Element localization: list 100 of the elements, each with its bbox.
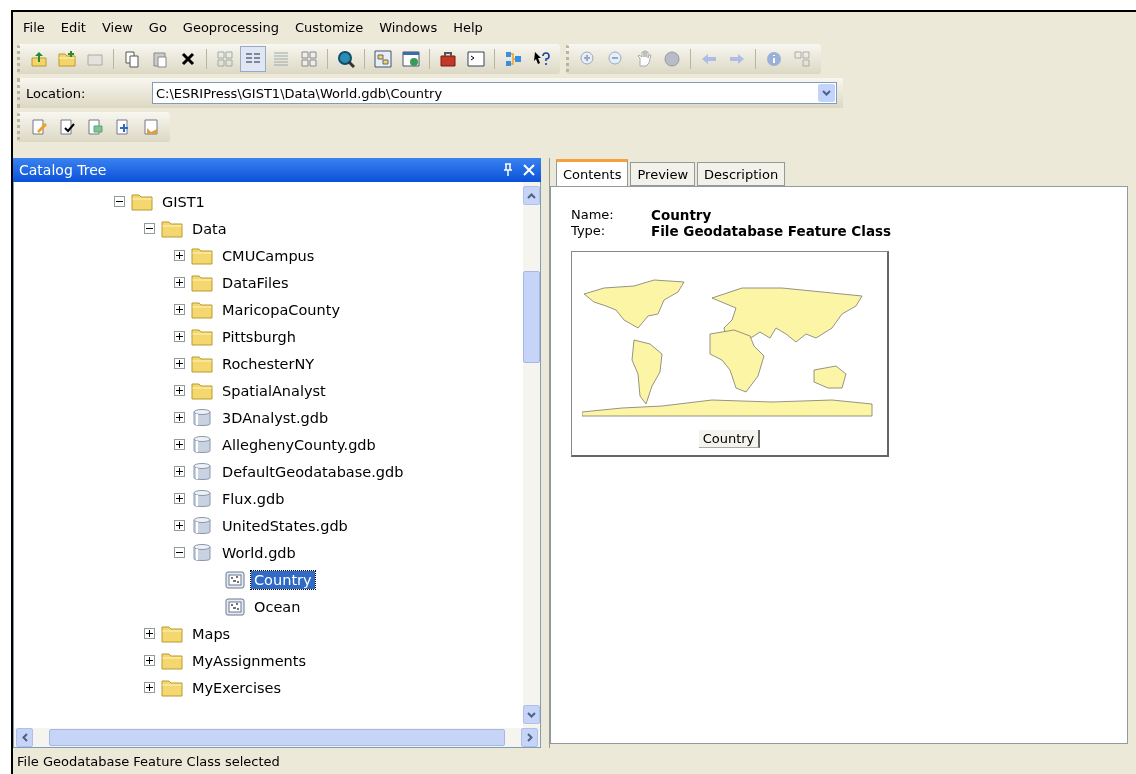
scroll-down-button[interactable] (523, 705, 540, 724)
menu-item[interactable]: Go (142, 17, 173, 37)
command-window-icon (467, 50, 485, 68)
menu-item[interactable]: View (95, 17, 139, 37)
window-globe-icon (402, 50, 420, 68)
expand-toggle[interactable] (174, 331, 185, 342)
tree-item[interactable]: World.gdb (219, 543, 299, 562)
zoom-in-icon (579, 50, 597, 68)
tab[interactable]: Contents (556, 159, 629, 186)
expand-toggle[interactable] (174, 304, 185, 315)
tree-item[interactable]: Data (189, 219, 230, 238)
up-folder-icon (30, 50, 48, 68)
plus-icon (176, 414, 183, 421)
document-map-icon (142, 118, 160, 136)
collapse-toggle[interactable] (144, 223, 155, 234)
tree-item[interactable]: Ocean (251, 597, 304, 616)
property-value: File Geodatabase Feature Class (651, 223, 893, 239)
database-icon (191, 515, 213, 536)
tree-item[interactable]: UnitedStates.gdb (219, 516, 351, 535)
expand-toggle[interactable] (174, 385, 185, 396)
copy-icon (123, 50, 141, 68)
toolbox-icon (439, 50, 457, 68)
tab[interactable]: Preview (630, 162, 696, 186)
check-document-icon (58, 118, 76, 136)
folder-icon (131, 192, 153, 211)
delete-icon (179, 50, 197, 68)
collapse-toggle[interactable] (174, 547, 185, 558)
expand-toggle[interactable] (174, 358, 185, 369)
expand-toggle[interactable] (174, 412, 185, 423)
model-icon (504, 50, 522, 68)
plus-icon (176, 252, 183, 259)
expand-toggle[interactable] (174, 250, 185, 261)
horizontal-scrollbar[interactable] (14, 728, 540, 747)
plus-icon (176, 333, 183, 340)
plus-icon (176, 387, 183, 394)
tree-item[interactable]: MyExercises (189, 678, 284, 697)
menu-item[interactable]: Help (447, 17, 489, 37)
collapse-toggle[interactable] (114, 196, 125, 207)
folder-icon (191, 300, 213, 319)
tree-window-icon (374, 50, 392, 68)
scroll-right-button[interactable] (521, 728, 538, 747)
layout-icon (793, 50, 811, 68)
scroll-left-button[interactable] (16, 728, 33, 747)
tree-item[interactable]: Country (251, 570, 315, 589)
expand-toggle[interactable] (144, 628, 155, 639)
plus-icon (176, 279, 183, 286)
expand-toggle[interactable] (144, 655, 155, 666)
folder-icon (191, 246, 213, 265)
menu-item[interactable]: File (17, 17, 51, 37)
zoom-out-icon (607, 50, 625, 68)
info-icon (765, 50, 783, 68)
scroll-up-button[interactable] (523, 186, 540, 205)
menu-item[interactable]: Windows (373, 17, 444, 37)
menu-item[interactable]: Customize (288, 17, 370, 37)
tree-item[interactable]: SpatialAnalyst (219, 381, 329, 400)
pin-icon[interactable] (501, 163, 515, 177)
tree-item[interactable]: 3DAnalyst.gdb (219, 408, 332, 427)
tree-item[interactable]: MaricopaCounty (219, 300, 343, 319)
expand-toggle[interactable] (174, 277, 185, 288)
close-icon[interactable] (523, 164, 535, 176)
folder-icon (191, 273, 213, 292)
expand-toggle[interactable] (174, 520, 185, 531)
help-pointer-icon (532, 50, 550, 68)
tree-item[interactable]: DataFiles (219, 273, 292, 292)
plus-icon (146, 630, 153, 637)
folder-icon (191, 327, 213, 346)
dropdown-button[interactable] (818, 84, 835, 102)
tree-item[interactable]: RochesterNY (219, 354, 318, 373)
location-combobox[interactable]: C:\ESRIPress\GIST1\Data\World.gdb\Country (152, 82, 837, 104)
vertical-scrollbar[interactable] (523, 182, 540, 728)
scroll-thumb[interactable] (523, 271, 540, 363)
folder-icon (161, 219, 183, 238)
globe-icon (663, 50, 681, 68)
expand-toggle[interactable] (174, 439, 185, 450)
property-label: Type: (571, 223, 607, 239)
tree-item[interactable]: GIST1 (159, 192, 208, 211)
tree-item[interactable]: MyAssignments (189, 651, 310, 670)
scroll-thumb[interactable] (49, 729, 505, 746)
tree-item[interactable]: CMUCampus (219, 246, 318, 265)
expand-toggle[interactable] (144, 682, 155, 693)
tree-item[interactable]: AlleghenyCounty.gdb (219, 435, 379, 454)
tree-item[interactable]: Maps (189, 624, 234, 643)
menu-item[interactable]: Geoprocessing (176, 17, 285, 37)
plus-icon (176, 495, 183, 502)
tree-item[interactable]: Pittsburgh (219, 327, 299, 346)
thumbnail-caption: Country (698, 430, 761, 448)
chevron-down-icon (822, 90, 831, 96)
expand-toggle[interactable] (174, 466, 185, 477)
menu-item[interactable]: Edit (54, 17, 92, 37)
tree-item[interactable]: DefaultGeodatabase.gdb (219, 462, 407, 481)
tab[interactable]: Description (697, 162, 786, 186)
chevron-up-icon (527, 192, 536, 199)
details-view-icon (272, 50, 290, 68)
feature-class-icon (225, 597, 245, 616)
minus-icon (116, 198, 123, 205)
tree-item[interactable]: Flux.gdb (219, 489, 288, 508)
expand-toggle[interactable] (174, 493, 185, 504)
pan-hand-icon (635, 50, 653, 68)
folder-icon (161, 651, 183, 670)
list-view-button[interactable] (240, 46, 266, 72)
